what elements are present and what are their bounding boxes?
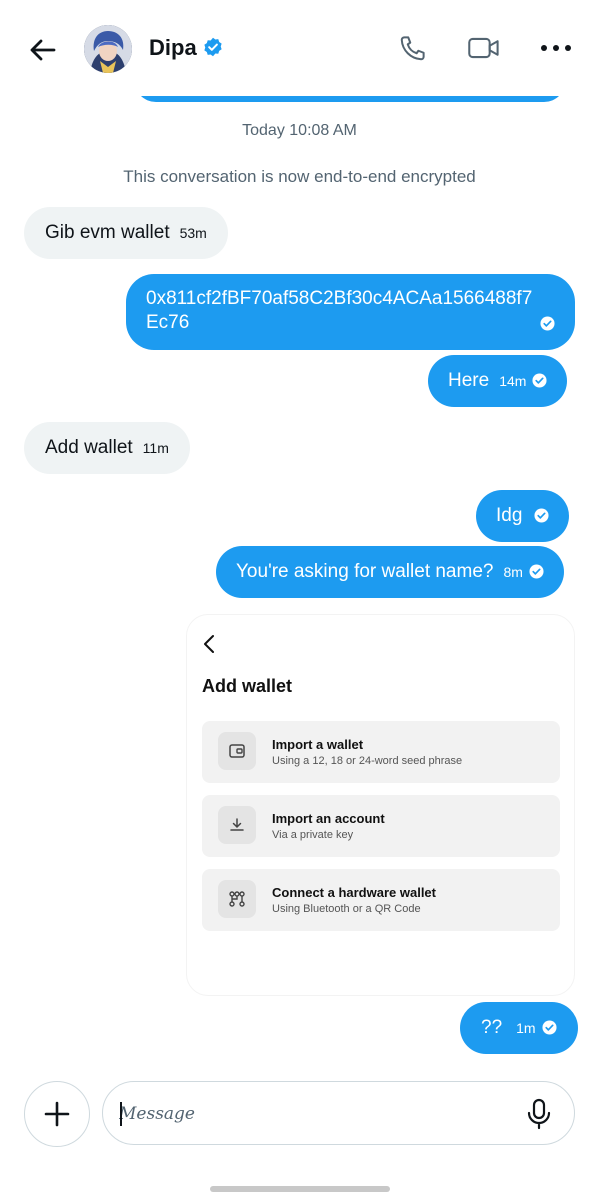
message-outgoing[interactable]: Idg — [476, 490, 570, 542]
voice-message-button[interactable] — [524, 1098, 554, 1130]
contact-name[interactable]: Dipa — [149, 35, 197, 61]
option-title: Import an account — [272, 811, 385, 826]
verified-badge-icon — [204, 37, 222, 57]
shared-image[interactable]: Add wallet Import a wallet Using a 12, 1… — [186, 614, 575, 996]
video-icon — [468, 37, 499, 59]
download-icon — [230, 818, 244, 831]
add-media-button[interactable] — [24, 1081, 90, 1147]
option-subtitle: Via a private key — [272, 829, 354, 841]
option-connect-hardware: Connect a hardware wallet Using Bluetoot… — [202, 869, 560, 931]
message-incoming[interactable]: Add wallet 11m — [24, 422, 190, 474]
option-title: Import a wallet — [272, 737, 364, 752]
read-receipt-icon — [534, 508, 549, 523]
conversation-header: Dipa — [0, 0, 599, 96]
chevron-left-icon — [204, 635, 214, 653]
message-text: You're asking for wallet name? — [236, 561, 494, 582]
more-icon — [541, 45, 571, 51]
hardware-icon — [229, 891, 245, 907]
video-call-button[interactable] — [466, 30, 502, 66]
message-text: Here — [448, 370, 490, 391]
message-text: Gib evm wallet — [45, 222, 170, 243]
read-receipt-icon — [529, 564, 544, 579]
encryption-notice: This conversation is now end-to-end encr… — [123, 167, 476, 186]
text-caret — [120, 1102, 122, 1126]
option-title: Connect a hardware wallet — [272, 885, 436, 900]
option-subtitle: Using Bluetooth or a QR Code — [272, 903, 421, 915]
message-time: 14m — [499, 373, 527, 389]
conversation-timestamp: Today 10:08 AM — [242, 122, 357, 139]
call-button[interactable] — [395, 30, 431, 66]
option-import-wallet: Import a wallet Using a 12, 18 or 24-wor… — [202, 721, 560, 783]
message-composer[interactable] — [102, 1081, 575, 1145]
message-time: 53m — [179, 225, 207, 241]
message-text: Idg — [496, 505, 523, 526]
option-subtitle: Using a 12, 18 or 24-word seed phrase — [272, 755, 463, 767]
message-time: 11m — [142, 440, 169, 456]
message-text-line1: 0x811cf2fBF70af58C2Bf30c4ACAa1566488f7 — [146, 288, 533, 309]
message-outgoing[interactable]: 0x811cf2fBF70af58C2Bf30c4ACAa1566488f7 E… — [126, 274, 575, 350]
home-indicator — [210, 1186, 390, 1192]
shared-image-title: Add wallet — [202, 676, 293, 696]
phone-icon — [400, 36, 425, 61]
read-receipt-icon — [532, 373, 547, 388]
message-time: 1m — [516, 1020, 536, 1036]
message-text: ?? — [481, 1017, 503, 1038]
message-text: Add wallet — [45, 437, 133, 458]
message-outgoing[interactable]: ?? 1m — [460, 1002, 578, 1054]
back-arrow-icon — [30, 39, 56, 61]
message-incoming[interactable]: Gib evm wallet 53m — [24, 207, 228, 259]
microphone-icon — [527, 1098, 551, 1130]
plus-icon — [44, 1101, 70, 1127]
more-options-button[interactable] — [538, 30, 574, 66]
read-receipt-icon — [540, 315, 555, 331]
message-outgoing[interactable]: Here 14m — [428, 355, 568, 407]
back-button[interactable] — [24, 32, 60, 68]
option-import-account: Import an account Via a private key — [202, 795, 560, 857]
read-receipt-icon — [542, 1020, 557, 1035]
avatar[interactable] — [84, 25, 132, 73]
message-outgoing[interactable]: You're asking for wallet name? 8m — [216, 546, 564, 598]
message-text-line2: Ec76 — [146, 312, 190, 333]
message-input[interactable] — [119, 1102, 499, 1126]
message-time: 8m — [503, 564, 523, 580]
wallet-icon — [229, 744, 245, 758]
